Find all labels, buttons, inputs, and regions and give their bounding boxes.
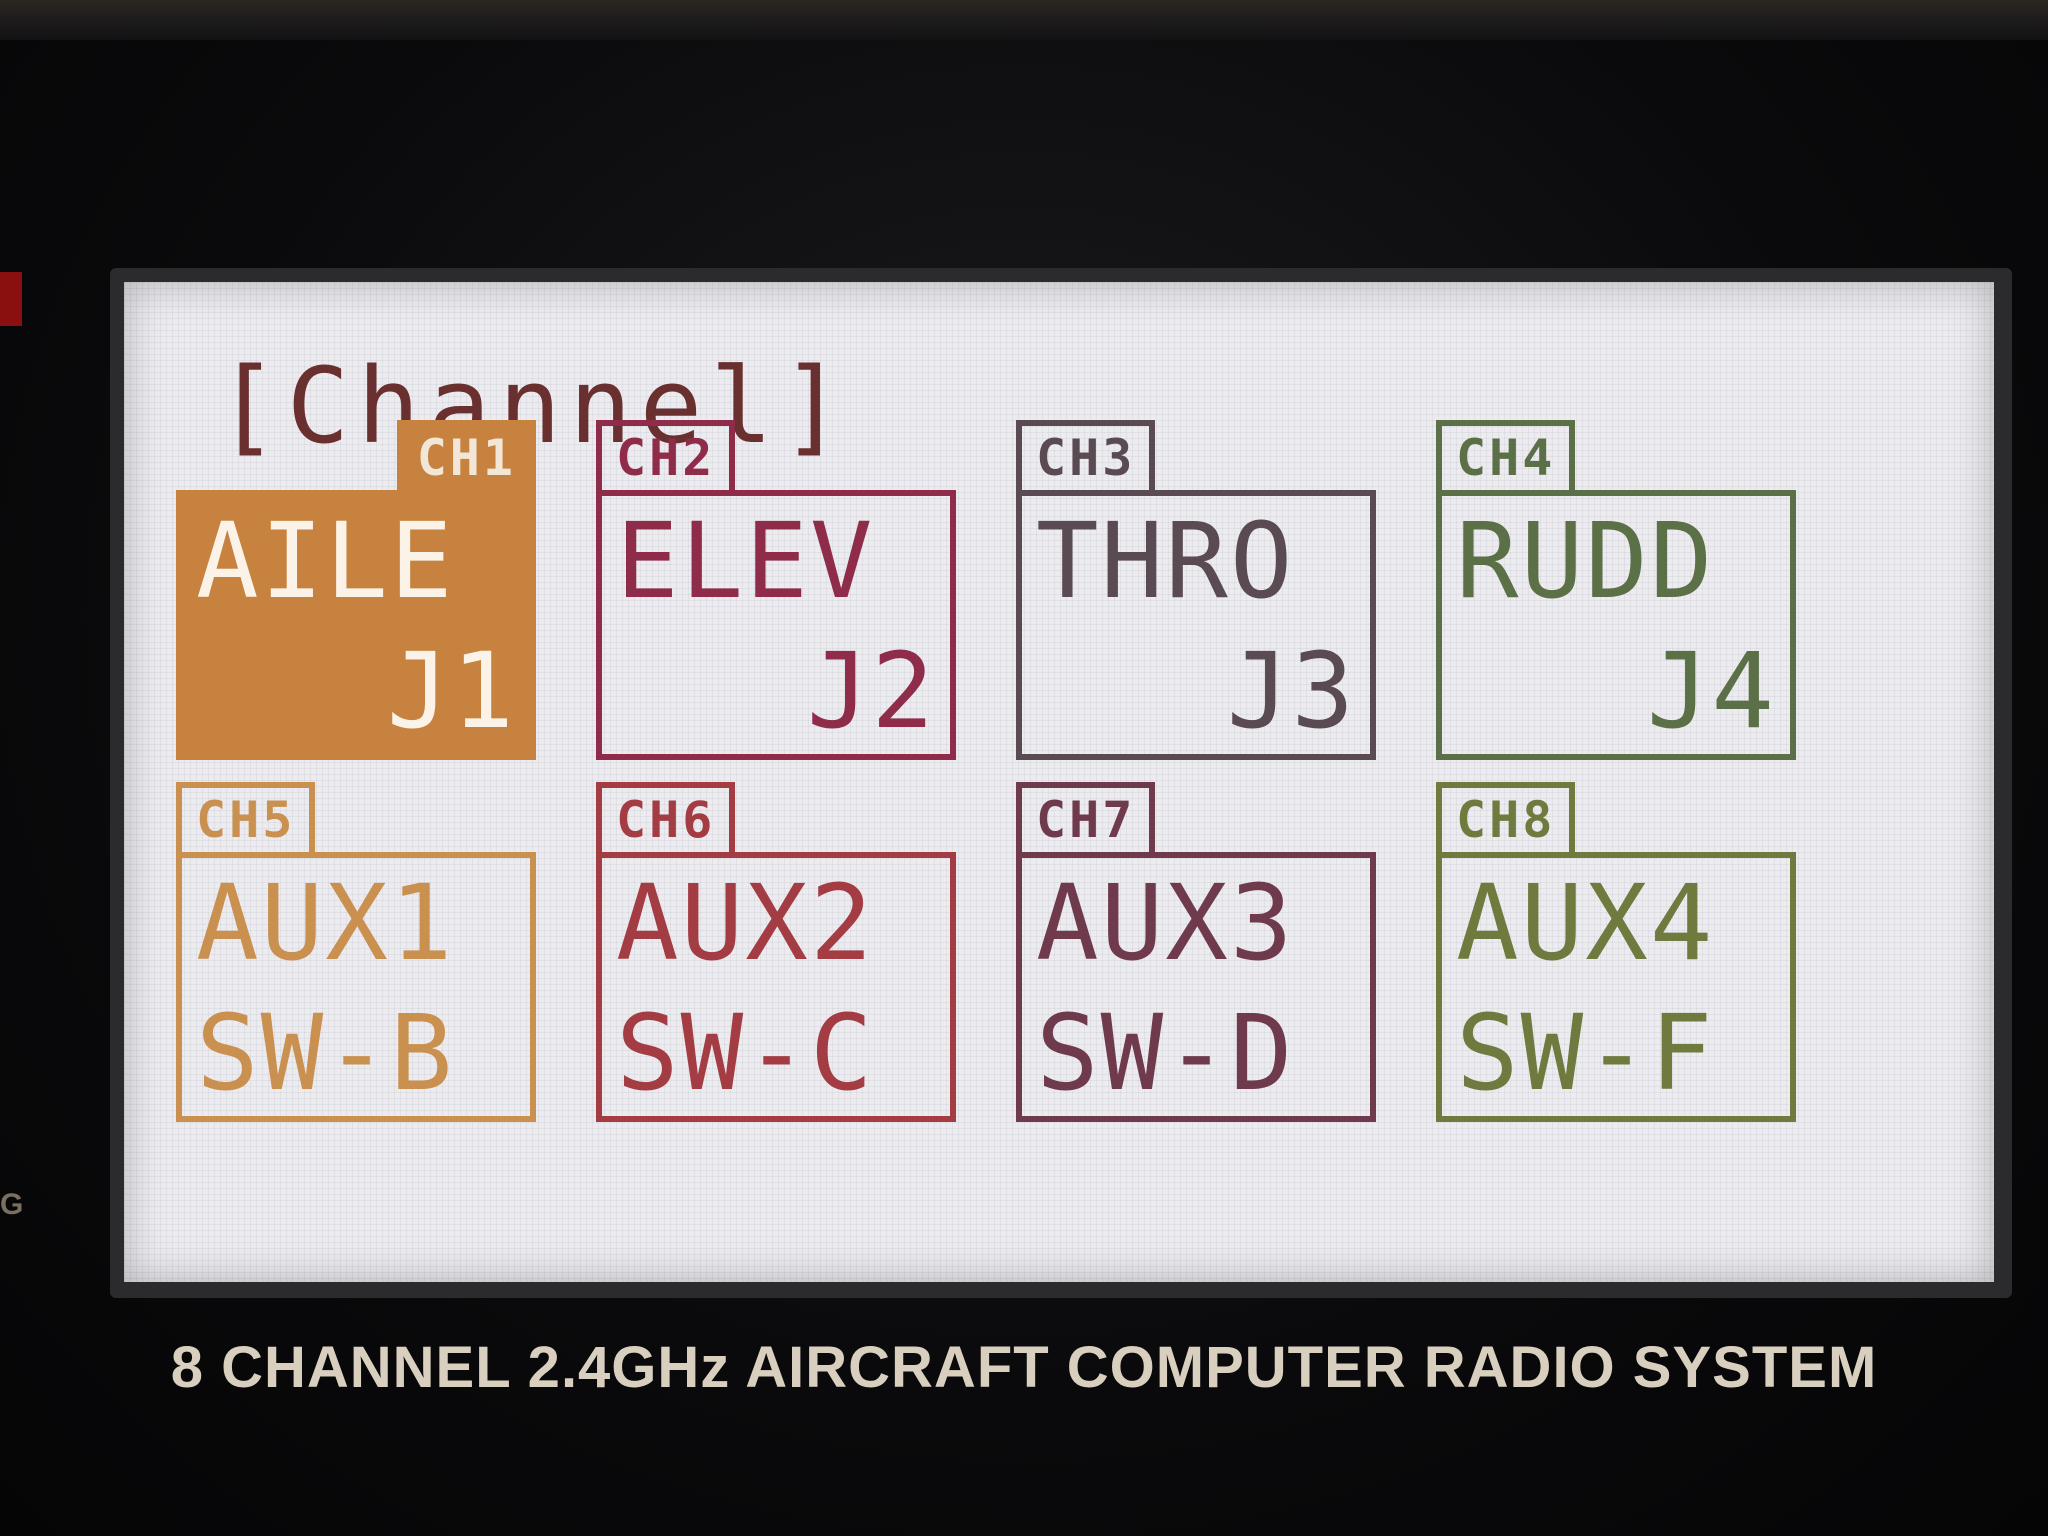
channel-function: AILE	[196, 500, 455, 622]
channel-function: AUX1	[196, 862, 455, 984]
channel-box: ELEV J2	[596, 490, 956, 760]
channel-cell-ch3[interactable]: CH3 THRO J3	[1016, 420, 1376, 760]
channel-box: AUX1 SW-B	[176, 852, 536, 1122]
channel-tag: CH8	[1436, 782, 1576, 858]
channel-function: AUX4	[1456, 862, 1715, 984]
channel-tag: CH7	[1016, 782, 1156, 858]
device-red-accent	[0, 272, 22, 326]
channel-cell-ch5[interactable]: CH5 AUX1 SW-B	[176, 782, 536, 1122]
channel-source: SW-C	[616, 991, 875, 1114]
radio-transmitter: G [Channel] CH1 AILE J1 CH2 ELEV J2 CH3 …	[0, 0, 2048, 1536]
channel-box: AUX4 SW-F	[1436, 852, 1796, 1122]
channel-cell-ch7[interactable]: CH7 AUX3 SW-D	[1016, 782, 1376, 1122]
channel-box: THRO J3	[1016, 490, 1376, 760]
channel-tag: CH6	[596, 782, 736, 858]
channel-tag: CH4	[1436, 420, 1576, 496]
channel-box: AUX2 SW-C	[596, 852, 956, 1122]
device-top-edge	[0, 0, 2048, 40]
channel-source: J3	[1226, 629, 1356, 752]
channel-source: SW-D	[1036, 991, 1295, 1114]
device-caption: 8 CHANNEL 2.4GHz AIRCRAFT COMPUTER RADIO…	[170, 1335, 1878, 1400]
channel-tag: CH2	[596, 420, 736, 496]
channel-source: SW-B	[196, 991, 455, 1114]
channel-function: ELEV	[616, 500, 875, 622]
channel-cell-ch2[interactable]: CH2 ELEV J2	[596, 420, 956, 760]
device-edge-letter: G	[0, 1188, 24, 1221]
channel-cell-ch6[interactable]: CH6 AUX2 SW-C	[596, 782, 956, 1122]
channel-tag: CH5	[176, 782, 316, 858]
channel-source: J2	[806, 629, 936, 752]
channel-function: AUX3	[1036, 862, 1295, 984]
channel-source: J1	[386, 629, 516, 752]
channel-source: SW-F	[1456, 991, 1715, 1114]
channel-tag: CH3	[1016, 420, 1156, 496]
channel-function: AUX2	[616, 862, 875, 984]
channel-tag: CH1	[396, 420, 536, 496]
channel-cell-ch4[interactable]: CH4 RUDD J4	[1436, 420, 1796, 760]
channel-box: AILE J1	[176, 490, 536, 760]
channel-function: RUDD	[1456, 500, 1715, 622]
channel-box: RUDD J4	[1436, 490, 1796, 760]
channel-function: THRO	[1036, 500, 1295, 622]
channel-cell-ch8[interactable]: CH8 AUX4 SW-F	[1436, 782, 1796, 1122]
lcd-screen: [Channel] CH1 AILE J1 CH2 ELEV J2 CH3 TH…	[124, 282, 1994, 1282]
channel-cell-ch1[interactable]: CH1 AILE J1	[176, 420, 536, 760]
channel-source: J4	[1646, 629, 1776, 752]
channel-box: AUX3 SW-D	[1016, 852, 1376, 1122]
